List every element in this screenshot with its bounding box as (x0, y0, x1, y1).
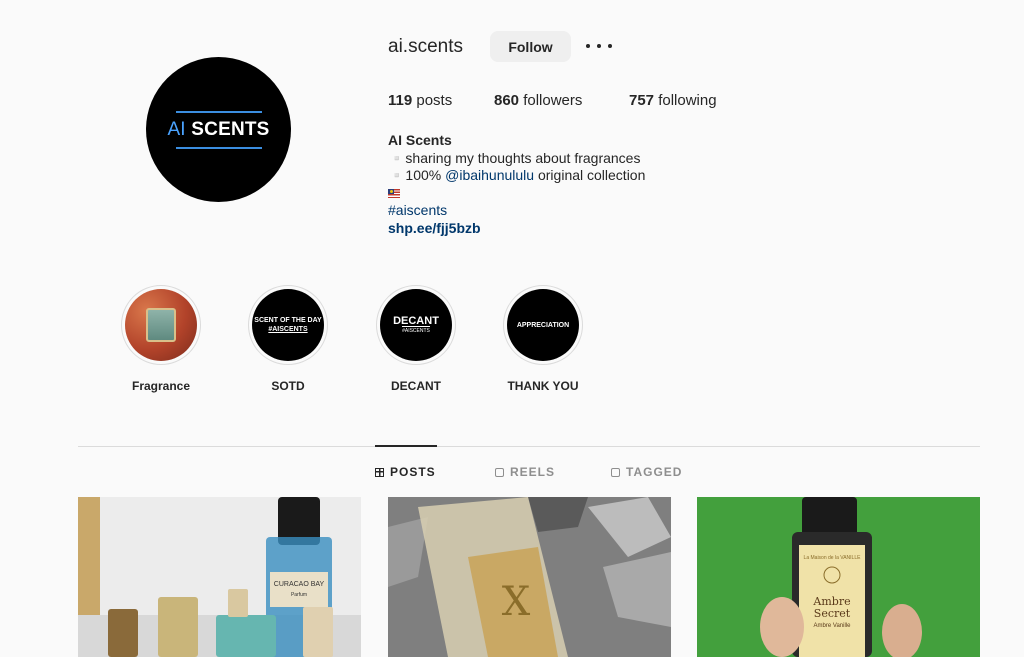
profile-username: ai.scents (388, 36, 463, 57)
more-options-icon[interactable] (586, 36, 612, 56)
highlight-label: DECANT (391, 379, 441, 393)
posts-count: 119 posts (388, 92, 453, 109)
highlight-cover: APPRECIATION (507, 289, 579, 361)
bottle-label: CURACAO BAY (274, 581, 325, 588)
logo-line-top (175, 110, 262, 113)
profile-full-name: AI Scents (388, 132, 452, 148)
highlight-label: SOTD (271, 379, 305, 393)
highlight-cover-title: DECANT (393, 314, 439, 327)
highlight-ring: APPRECIATION (503, 285, 583, 365)
profile-avatar[interactable]: AI SCENTS (146, 57, 291, 202)
highlight-thank-you[interactable]: APPRECIATION THANK YOU (503, 285, 583, 393)
tab-posts[interactable]: POSTS (375, 465, 436, 479)
highlight-ring (121, 285, 201, 365)
highlight-label: Fragrance (131, 379, 191, 393)
highlight-decant[interactable]: DECANT #AISCENTS DECANT (376, 285, 456, 393)
post-thumbnail-2[interactable]: X (388, 497, 671, 657)
highlight-cover-photo (125, 289, 197, 361)
bio-line-2: ▫️100% @ibaihunululu original collection (388, 167, 646, 183)
highlight-label: THANK YOU (507, 379, 579, 393)
bottle-sublabel: Parfum (291, 592, 307, 598)
hashtag-link[interactable]: #aiscents (388, 202, 645, 220)
brand-text: La Maison de la VANILLE (804, 555, 862, 561)
reels-icon (495, 467, 504, 477)
highlight-cover-tag: #AISCENTS (268, 326, 308, 333)
profile-bio: AI Scents ▫️sharing my thoughts about fr… (388, 132, 645, 237)
malaysia-flag-icon (388, 188, 400, 198)
avatar-logo: AI SCENTS (167, 118, 270, 140)
grid-icon (375, 467, 384, 477)
follow-button[interactable]: Follow (490, 31, 571, 62)
highlight-ring: DECANT #AISCENTS (376, 285, 456, 365)
tab-tagged[interactable]: TAGGED (611, 465, 682, 479)
bottle-label-sub: Ambre Vanille (814, 623, 852, 629)
perfume-bottle-icon (146, 308, 176, 342)
highlight-cover-title: SCENT OF THE DAY (254, 317, 322, 324)
bio-line-1: ▫️sharing my thoughts about fragrances (388, 149, 641, 166)
bottle-x-letter: X (502, 579, 531, 625)
perfume-collection-photo: CURACAO BAY Parfum (78, 497, 361, 657)
bio-flag-row (388, 185, 645, 203)
mention-link[interactable]: @ibaihunululu (445, 167, 534, 183)
tab-reels[interactable]: REELS (495, 465, 555, 479)
followers-link[interactable]: 860 followers (494, 92, 582, 109)
highlight-cover-title: APPRECIATION (516, 321, 570, 329)
perfume-bottle-x-photo: X (388, 497, 671, 657)
logo-line-bottom (175, 146, 262, 149)
tagged-icon (611, 467, 620, 477)
highlight-cover: SCENT OF THE DAY #AISCENTS (252, 289, 324, 361)
website-link[interactable]: shp.ee/fjj5bzb (388, 220, 645, 238)
post-thumbnail-3[interactable]: La Maison de la VANILLE Ambre Secret Amb… (697, 497, 980, 657)
post-thumbnail-1[interactable]: CURACAO BAY Parfum (78, 497, 361, 657)
highlight-ring: SCENT OF THE DAY #AISCENTS (248, 285, 328, 365)
following-link[interactable]: 757 following (629, 92, 717, 109)
ambre-secret-photo: La Maison de la VANILLE Ambre Secret Amb… (697, 497, 980, 657)
bottle-label-secret: Secret (814, 607, 851, 620)
highlight-sotd[interactable]: SCENT OF THE DAY #AISCENTS SOTD (248, 285, 328, 393)
highlight-cover: DECANT #AISCENTS (380, 289, 452, 361)
active-tab-indicator (375, 445, 437, 447)
highlight-cover-tag: #AISCENTS (402, 325, 430, 334)
highlight-fragrance[interactable]: Fragrance (121, 285, 201, 393)
tabs-divider (78, 446, 980, 447)
